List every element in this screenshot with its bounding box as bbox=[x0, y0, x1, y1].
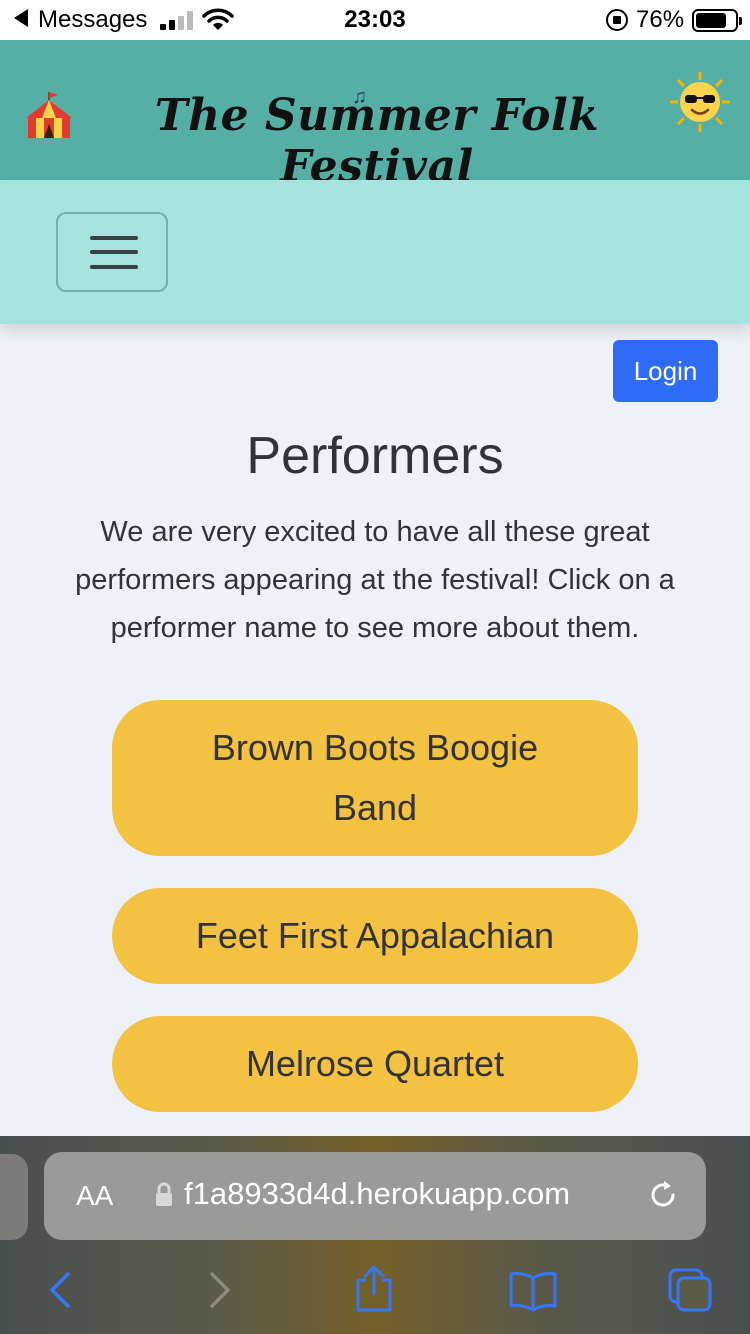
performer-button[interactable]: Melrose Quartet bbox=[112, 1016, 638, 1112]
sun-with-sunglasses-icon bbox=[670, 72, 730, 132]
reload-icon[interactable] bbox=[646, 1178, 680, 1212]
battery-icon bbox=[692, 9, 742, 32]
status-bar: Messages 23:03 76% bbox=[0, 0, 750, 40]
tabs-icon[interactable] bbox=[666, 1266, 714, 1314]
text-size-button[interactable]: AA bbox=[76, 1180, 113, 1212]
music-notes-icon: ♫ bbox=[352, 86, 367, 108]
battery-percentage: 76% bbox=[636, 6, 685, 33]
hamburger-line-icon bbox=[90, 250, 138, 254]
performer-button[interactable]: Feet First Appalachian bbox=[112, 888, 638, 984]
intro-text: We are very excited to have all these gr… bbox=[75, 516, 675, 644]
nav-bar bbox=[0, 180, 750, 324]
site-title[interactable]: The Summer Folk Festival bbox=[62, 90, 692, 192]
rotation-lock-icon bbox=[606, 9, 628, 31]
lock-icon bbox=[156, 1182, 172, 1206]
previous-tab-preview[interactable] bbox=[0, 1154, 28, 1240]
hamburger-line-icon bbox=[90, 265, 138, 269]
url-text[interactable]: f1a8933d4d.herokuapp.com bbox=[184, 1176, 570, 1212]
address-bar[interactable]: AA f1a8933d4d.herokuapp.com bbox=[44, 1152, 706, 1240]
page-title: Performers bbox=[246, 427, 504, 485]
login-button[interactable]: Login bbox=[613, 340, 718, 402]
forward-icon[interactable] bbox=[196, 1268, 240, 1312]
back-icon[interactable] bbox=[40, 1268, 84, 1312]
bookmarks-icon[interactable] bbox=[508, 1268, 558, 1312]
browser-toolbar: AA f1a8933d4d.herokuapp.com bbox=[0, 1136, 750, 1334]
share-icon[interactable] bbox=[352, 1264, 396, 1314]
performer-button[interactable]: Brown Boots Boogie Band bbox=[112, 700, 638, 856]
site-header: The Summer Folk Festival ♫ bbox=[0, 40, 750, 192]
hamburger-line-icon bbox=[90, 236, 138, 240]
hamburger-menu-button[interactable] bbox=[56, 212, 168, 292]
